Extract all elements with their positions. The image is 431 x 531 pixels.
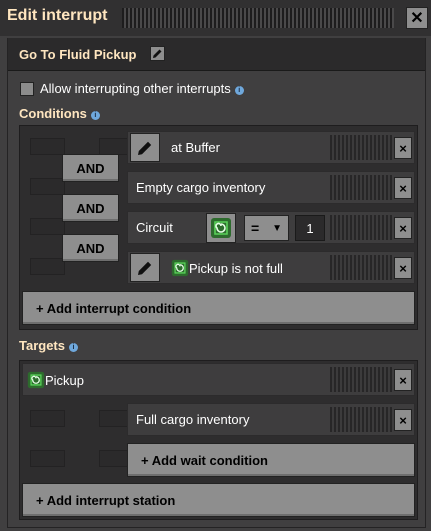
drag-handle[interactable] (330, 215, 392, 240)
interrupt-name: Go To Fluid Pickup (19, 47, 137, 62)
remove-wait-condition-button[interactable]: × (394, 409, 412, 431)
drag-handle[interactable] (330, 407, 392, 432)
green-signal-icon (211, 218, 231, 238)
wait-condition-text: Full cargo inventory (136, 412, 250, 427)
info-icon: i (69, 343, 78, 352)
comparator-value: = (251, 220, 260, 236)
wait-condition-row[interactable]: Full cargo inventory × (127, 403, 415, 436)
condition-row[interactable]: Circuit = ▼ 1 × (127, 211, 415, 244)
green-signal-icon (27, 371, 45, 389)
remove-condition-button[interactable]: × (394, 177, 412, 199)
condition-text: Empty cargo inventory (136, 180, 266, 195)
and-toggle-2[interactable]: AND (62, 194, 119, 222)
add-interrupt-condition-button[interactable]: + Add interrupt condition (22, 291, 415, 325)
slot (99, 450, 129, 467)
drag-handle[interactable] (330, 367, 392, 392)
remove-condition-button[interactable]: × (394, 257, 412, 279)
info-icon: i (234, 86, 244, 95)
slot (30, 258, 65, 275)
and-toggle-3[interactable]: AND (62, 234, 119, 262)
interrupt-name-header: Go To Fluid Pickup (8, 38, 425, 71)
remove-condition-button[interactable]: × (394, 217, 412, 239)
condition-label: Pickup is not full (171, 259, 283, 277)
pencil-icon (153, 49, 162, 58)
target-station-row[interactable]: Pickup × (22, 363, 415, 396)
close-button[interactable]: ✕ (406, 7, 428, 29)
title-bar[interactable]: Edit interrupt ✕ (0, 0, 431, 36)
edit-interrupt-window: Edit interrupt ✕ Go To Fluid Pickup Allo… (0, 0, 431, 531)
condition-text: at Buffer (171, 140, 220, 155)
signal-selector[interactable] (206, 213, 236, 243)
constant-value-input[interactable]: 1 (295, 215, 325, 241)
drag-handle[interactable] (330, 255, 392, 280)
green-signal-icon (171, 259, 189, 277)
station-name: Pickup (45, 372, 85, 388)
station-label: Pickup (27, 371, 84, 389)
chevron-down-icon: ▼ (272, 222, 282, 234)
slot (99, 138, 129, 155)
pencil-icon (138, 261, 152, 275)
condition-row[interactable]: Pickup is not full × (127, 251, 415, 284)
slot (30, 450, 65, 467)
window-title: Edit interrupt (7, 7, 108, 24)
slot (30, 138, 65, 155)
remove-station-button[interactable]: × (394, 369, 412, 391)
add-wait-condition-button[interactable]: + Add wait condition (127, 443, 415, 477)
drag-handle[interactable] (330, 135, 392, 160)
slot (30, 178, 65, 195)
condition-row[interactable]: at Buffer × (127, 131, 415, 164)
info-icon: i (90, 111, 100, 120)
slot (30, 410, 65, 427)
drag-handle[interactable] (122, 8, 394, 28)
conditions-heading: Conditions i (19, 106, 100, 121)
rename-button[interactable] (150, 46, 165, 61)
condition-text: Circuit (136, 220, 173, 235)
slot (99, 410, 129, 427)
drag-handle[interactable] (330, 175, 392, 200)
condition-text: Pickup is not full (189, 260, 283, 276)
allow-interrupting-checkbox[interactable] (20, 82, 34, 96)
slot (30, 218, 65, 235)
comparator-dropdown[interactable]: = ▼ (244, 215, 289, 241)
remove-condition-button[interactable]: × (394, 137, 412, 159)
condition-row[interactable]: Empty cargo inventory × (127, 171, 415, 204)
edit-condition-button[interactable] (130, 133, 160, 162)
allow-interrupting-label: Allow interrupting other interrupts i (40, 81, 244, 96)
pencil-icon (138, 141, 152, 155)
targets-heading: Targets i (19, 338, 78, 353)
edit-condition-button[interactable] (130, 253, 160, 282)
and-toggle-1[interactable]: AND (62, 154, 119, 182)
add-interrupt-station-button[interactable]: + Add interrupt station (22, 483, 415, 517)
